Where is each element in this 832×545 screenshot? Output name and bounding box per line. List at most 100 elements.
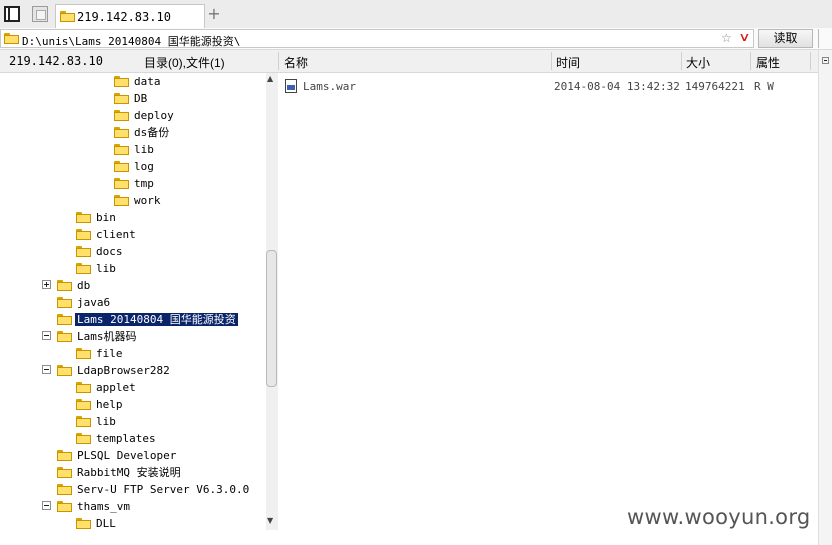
expand-toggle[interactable] [42,280,51,289]
folder-icon [76,399,91,410]
tree-item-label: docs [96,245,123,258]
list-scrollbar[interactable] [818,50,832,545]
folder-icon [76,416,91,427]
column-resizer[interactable] [750,52,751,70]
path-input[interactable]: D:\unis\Lams 20140804 国华能源投资\ ☆ ∨ [0,29,754,48]
folder-icon [76,246,91,257]
scroll-up-icon[interactable]: ▲ [267,74,273,83]
folder-icon [114,195,129,206]
tab-active[interactable]: 219.142.83.10 [55,4,205,28]
tree-scrollbar[interactable]: ▲ ▼ [266,73,278,530]
folder-icon [57,501,72,512]
tree-item-label: client [96,228,136,241]
folder-icon [76,263,91,274]
column-resizer[interactable] [810,52,811,70]
tree-item-label: file [96,347,123,360]
folder-icon [57,467,72,478]
folder-icon [57,365,72,376]
tree-item-label: Lams机器码 [77,330,137,343]
tree-item-label: help [96,398,123,411]
watermark: www.wooyun.org [627,505,811,529]
folder-icon [4,33,19,44]
folder-icon [76,433,91,444]
collapse-toggle[interactable] [42,501,51,510]
column-size[interactable]: 大小 [686,54,710,71]
folder-icon [57,297,72,308]
tree-item-label: DB [134,92,148,105]
column-resizer[interactable] [681,52,682,70]
tree-item-label: RabbitMQ 安装说明 [77,466,181,479]
file-name: Lams.war [303,80,356,93]
tree-item-label: deploy [134,109,174,122]
folder-icon [114,161,129,172]
folder-icon [76,212,91,223]
favorite-star-icon[interactable]: ☆ [721,31,732,45]
file-attributes: R W [754,80,774,93]
tab-label: 219.142.83.10 [77,10,171,24]
host-label: 219.142.83.10 [9,54,103,68]
file-size: 149764221 [685,80,745,93]
column-resizer[interactable] [551,52,552,70]
collapse-toggle[interactable] [42,331,51,340]
tree-item-label: db [77,279,91,292]
duplicate-tab-button[interactable] [32,6,48,22]
new-tab-button[interactable]: + [206,5,222,23]
collapse-toggle[interactable] [42,365,51,374]
address-bar: D:\unis\Lams 20140804 国华能源投资\ ☆ ∨ 读取 [0,28,832,50]
folder-icon [57,450,72,461]
divider [278,52,279,70]
folder-icon [57,314,72,325]
read-button[interactable]: 读取 [758,29,813,48]
folder-icon [76,229,91,240]
tree-item-label: Lams 20140804 国华能源投资 [75,313,238,326]
folder-icon [60,11,75,22]
directory-tree: data DB deploy ds备份 lib log tmp work bin… [0,73,265,530]
tab-bar: 219.142.83.10 + [0,0,832,29]
file-time: 2014-08-04 13:42:32 [554,80,680,93]
column-attributes[interactable]: 属性 [756,54,780,71]
folder-icon [57,484,72,495]
folder-icon [114,178,129,189]
tree-item-label: PLSQL Developer [77,449,177,462]
folder-icon [114,93,129,104]
collapse-icon[interactable] [822,57,829,64]
folder-icon [114,144,129,155]
tree-item-label: data [134,75,161,88]
tree-item-label: thams_vm [77,500,130,513]
folder-icon [114,76,129,87]
file-row[interactable]: Lams.war 2014-08-04 13:42:32 149764221 R… [279,77,818,95]
panel-toggle-button[interactable] [4,6,20,22]
path-text: D:\unis\Lams 20140804 国华能源投资\ [22,35,241,48]
tree-item-label: lib [96,415,116,428]
tree-item-label: java6 [77,296,111,309]
folder-icon [114,110,129,121]
tree-item-label: work [134,194,161,207]
folder-icon [114,127,129,138]
war-file-icon [285,79,297,93]
tree-item-label: ds备份 [134,126,170,139]
folder-icon [57,331,72,342]
tree-item-label: LdapBrowser282 [77,364,170,377]
column-name[interactable]: 名称 [284,54,308,71]
tree-item-label: DLL [96,517,116,530]
column-header: 219.142.83.10 目录(0),文件(1) 名称 时间 大小 属性 [0,50,832,73]
tree-item-label: lib [96,262,116,275]
toolbar-overflow[interactable] [818,29,832,48]
chevron-down-icon[interactable]: ∨ [738,30,750,44]
tree-item-label: templates [96,432,156,445]
scroll-down-icon[interactable]: ▼ [267,516,273,525]
folder-icon [57,280,72,291]
tree-item-label: Serv-U FTP Server V6.3.0.0 [77,483,250,496]
folder-icon [76,348,91,359]
tree-summary: 目录(0),文件(1) [144,56,225,70]
tree-item-label: applet [96,381,136,394]
column-time[interactable]: 时间 [556,54,580,71]
scrollbar-thumb[interactable] [266,250,277,387]
folder-icon [76,518,91,529]
file-list: Lams.war 2014-08-04 13:42:32 149764221 R… [279,73,818,533]
tree-item-label: tmp [134,177,154,190]
folder-icon [76,382,91,393]
tree-item-label: log [134,160,154,173]
tree-item-label: bin [96,211,116,224]
tree-item-label: lib [134,143,154,156]
